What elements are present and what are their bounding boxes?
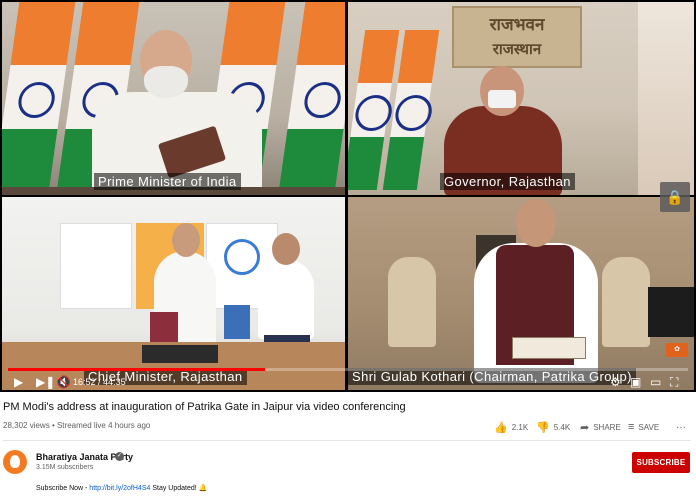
lock-icon[interactable]: 🔒 <box>660 182 690 212</box>
more-icon: ··· <box>676 421 686 433</box>
divider <box>3 440 691 441</box>
time-display: 16:52 / 44:35 <box>73 375 126 389</box>
like-count: 2.1K <box>511 422 529 432</box>
sign-line-2: राजस्थान <box>492 41 542 58</box>
video-tile-chief-minister: Chief Minister, Rajasthan <box>2 197 345 390</box>
save-label: SAVE <box>638 422 660 432</box>
dislike-count: 5.4K <box>553 422 571 432</box>
video-description: Subscribe Now - http://bit.ly/2ofH4S4 St… <box>36 484 207 492</box>
speaker-figure <box>82 22 272 195</box>
caption-top-left: Prime Minister of India <box>94 173 241 190</box>
dislike-button[interactable]: 👎 5.4K <box>536 420 570 434</box>
video-tile-chairman: Shri Gulab Kothari (Chairman, Patrika Gr… <box>348 197 694 390</box>
miniplayer-icon[interactable]: ▣ <box>630 374 641 390</box>
video-meta: 28,302 views • Streamed live 4 hours ago <box>3 421 150 430</box>
subscribe-button[interactable]: SUBSCRIBE <box>632 452 690 473</box>
more-actions-button[interactable]: ··· <box>676 420 686 434</box>
bell-emoji: 🔔 <box>198 485 208 492</box>
fullscreen-icon[interactable]: ⛶ <box>670 374 678 390</box>
thumbs-up-icon: 👍 <box>494 421 508 434</box>
time-total: 44:35 <box>103 377 126 387</box>
volume-muted-icon[interactable]: 🔇 <box>56 374 71 390</box>
next-icon[interactable]: ▶❚ <box>36 374 55 390</box>
share-button[interactable]: ➦ SHARE <box>580 420 621 434</box>
video-tile-prime-minister: Prime Minister of India <box>2 2 345 195</box>
bjp-logo-icon: ✿ <box>666 343 688 357</box>
verified-icon: ✓ <box>115 452 124 461</box>
channel-avatar[interactable] <box>3 450 27 474</box>
time-current: 16:52 <box>73 377 96 387</box>
description-suffix: Stay Updated! <box>150 485 199 492</box>
play-icon[interactable]: ▶ <box>14 374 23 390</box>
theater-icon[interactable]: ▭ <box>650 374 661 390</box>
share-icon: ➦ <box>580 421 590 434</box>
playlist-add-icon: ≡ <box>628 421 635 433</box>
sign-line-1: राजभवन <box>489 15 545 34</box>
share-label: SHARE <box>593 422 621 432</box>
description-link[interactable]: http://bit.ly/2ofH4S4 <box>89 485 150 492</box>
gear-icon[interactable]: ⚙ <box>610 374 621 390</box>
video-tile-governor: राजभवन राजस्थान Governor, Rajasthan <box>348 2 694 195</box>
player-controls: ▶ ▶❚ 🔇 16:52 / 44:35 ⚙ ▣ ▭ ⛶ <box>0 372 696 392</box>
speaker-figure <box>466 197 606 390</box>
flag-decoration <box>278 2 345 192</box>
video-player[interactable]: Prime Minister of India राजभवन राजस्थान … <box>0 0 696 392</box>
thumbs-down-icon: 👎 <box>536 421 550 434</box>
caption-top-right: Governor, Rajasthan <box>440 173 575 190</box>
description-prefix: Subscribe Now - <box>36 485 90 492</box>
stream-time: Streamed live 4 hours ago <box>56 421 151 430</box>
like-button[interactable]: 👍 2.1K <box>494 420 528 434</box>
progress-fill <box>8 368 266 371</box>
progress-bar[interactable] <box>8 368 688 371</box>
view-count: 28,302 views <box>3 421 50 430</box>
subscriber-count: 3.15M subscribers <box>36 464 94 471</box>
video-title: PM Modi's address at inauguration of Pat… <box>3 401 406 413</box>
raj-bhavan-sign: राजभवन राजस्थान <box>452 6 582 68</box>
save-button[interactable]: ≡ SAVE <box>628 420 659 434</box>
